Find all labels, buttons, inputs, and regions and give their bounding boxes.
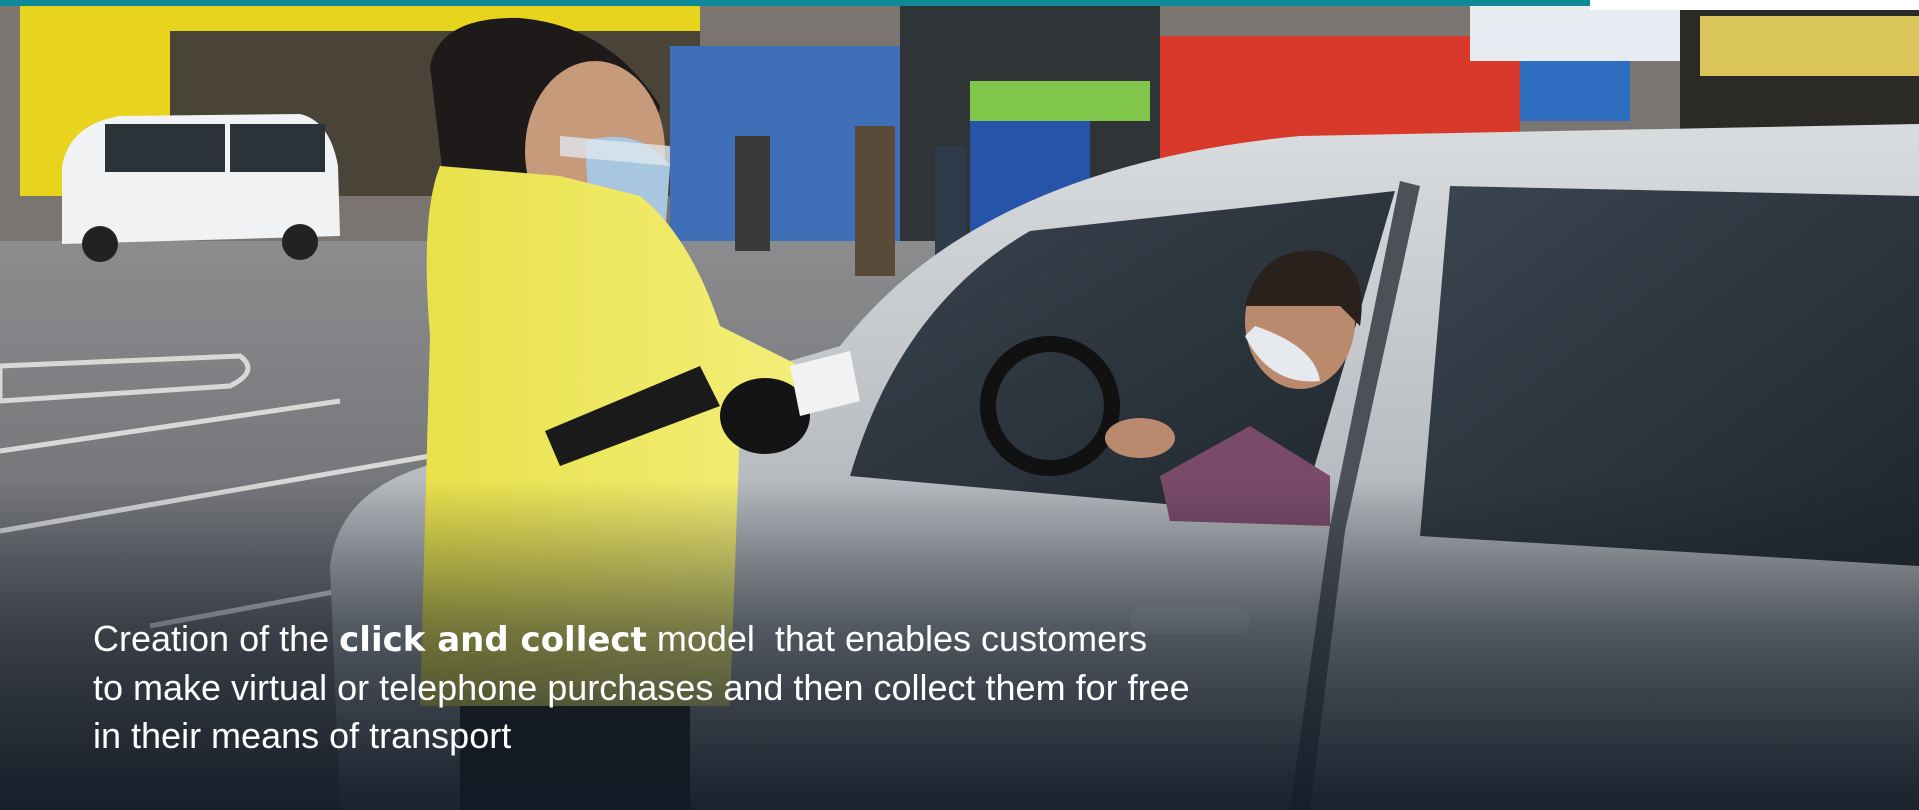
caption-line-1: Creation of the click and collect model … xyxy=(93,615,1393,664)
caption-line-3: in their means of transport xyxy=(93,715,512,756)
caption-line-1-start: Creation of the xyxy=(93,618,340,659)
top-strip xyxy=(1590,0,1919,10)
caption: Creation of the click and collect model … xyxy=(93,615,1393,760)
accent-bar xyxy=(0,0,1590,6)
photo-banner: Creation of the click and collect model … xyxy=(0,0,1919,810)
caption-highlight: click and collect xyxy=(339,620,647,660)
caption-line-2: to make virtual or telephone purchases a… xyxy=(93,667,1190,708)
caption-line-1-end: model that enables customers xyxy=(646,618,1148,659)
